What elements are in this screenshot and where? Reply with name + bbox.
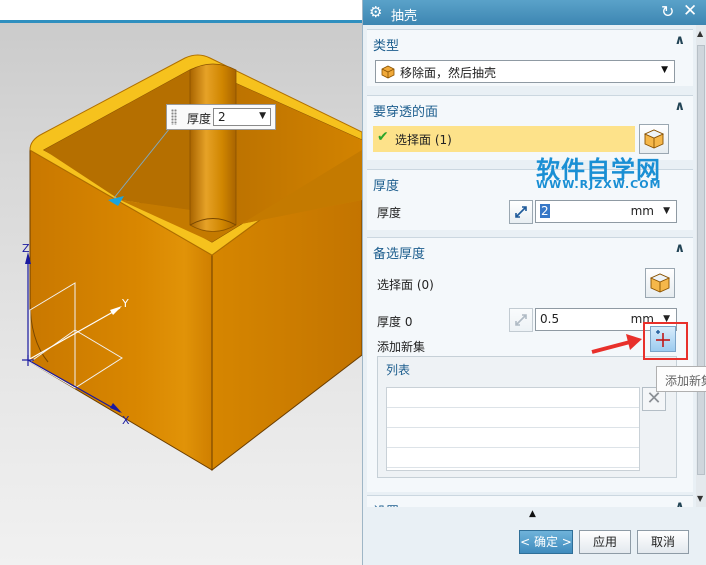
list-item[interactable] xyxy=(387,408,639,428)
alt-reverse-direction-button[interactable] xyxy=(509,308,533,332)
scrollbar-thumb[interactable] xyxy=(697,45,705,475)
axis-z-label: Z xyxy=(22,242,30,255)
section-alt-thickness: 备选厚度 ∧ 选择面 (0) 厚度 0 0.5 mm ▼ 添加新集 列表 ✕ xyxy=(367,237,693,492)
pierce-face-selection-row[interactable]: ✔ 选择面 (1) xyxy=(373,126,635,152)
alt-thickness-label: 厚度 0 xyxy=(377,315,413,329)
alt-select-face-button[interactable] xyxy=(645,268,675,298)
dialog-footer: < 确定 > 应用 取消 xyxy=(363,520,706,565)
add-set-tooltip: 添加新集 xyxy=(656,366,706,392)
face-cube-icon xyxy=(649,273,671,293)
section-type-title: 类型 xyxy=(373,39,400,54)
drag-grip-icon[interactable] xyxy=(171,109,177,125)
dialog-panel: 类型 ∧ 移除面，然后抽壳 ▼ 要穿透的面 ∧ ✔ 选择面 (1) 厚度 厚度 … xyxy=(363,25,696,507)
section-thickness-title: 厚度 xyxy=(373,179,400,194)
section-settings-title: 设置 xyxy=(373,501,399,507)
list-grid[interactable] xyxy=(386,387,640,471)
axis-x-label: X xyxy=(122,414,130,427)
chevron-up-icon[interactable]: ∧ xyxy=(674,99,685,114)
face-cube-icon xyxy=(643,129,665,149)
panel-scrollbar[interactable]: ▲ ▼ xyxy=(696,25,706,507)
inline-thickness-label: 厚度 xyxy=(187,112,212,126)
pointer-arrow-icon xyxy=(591,334,642,354)
reverse-direction-icon xyxy=(515,206,527,218)
type-select-value: 移除面，然后抽壳 xyxy=(400,66,497,80)
shell-dialog: ⚙ 抽壳 ↻ ✕ 类型 ∧ 移除面，然后抽壳 ▼ 要穿透的面 ∧ ✔ 选择面 (… xyxy=(362,0,706,565)
inline-thickness-value: 2 xyxy=(218,110,226,124)
section-pierce-title: 要穿透的面 xyxy=(373,105,439,120)
section-type: 类型 ∧ 移除面，然后抽壳 ▼ xyxy=(367,29,693,86)
section-settings-header[interactable]: 设置 ∧ xyxy=(367,496,693,507)
section-alt-header[interactable]: 备选厚度 ∧ xyxy=(367,238,693,262)
list-item[interactable] xyxy=(387,428,639,448)
collapse-arrow-icon[interactable]: ▲ xyxy=(529,509,536,519)
list-title: 列表 xyxy=(386,363,411,377)
add-set-label: 添加新集 xyxy=(377,340,426,354)
remove-face-icon xyxy=(381,65,395,79)
list-item[interactable] xyxy=(387,448,639,468)
thickness-input[interactable]: 2 mm ▼ xyxy=(535,200,677,223)
shell-model-scene[interactable]: Z Y X xyxy=(0,0,362,565)
scroll-down-icon[interactable]: ▼ xyxy=(697,494,703,503)
cancel-button[interactable]: 取消 xyxy=(637,530,689,554)
chevron-up-icon[interactable]: ∧ xyxy=(674,33,685,48)
inline-thickness-box[interactable]: 厚度 2 ▼ xyxy=(166,104,276,130)
apply-button[interactable]: 应用 xyxy=(579,530,631,554)
scroll-up-icon[interactable]: ▲ xyxy=(697,29,703,38)
section-alt-title: 备选厚度 xyxy=(373,247,426,262)
inline-thickness-select[interactable]: 2 ▼ xyxy=(213,108,271,126)
check-icon: ✔ xyxy=(377,129,389,145)
reverse-direction-button[interactable] xyxy=(509,200,533,224)
close-icon[interactable]: ✕ xyxy=(683,1,697,21)
section-settings: 设置 ∧ xyxy=(367,495,693,507)
thickness-unit: mm xyxy=(630,204,654,218)
section-type-header[interactable]: 类型 ∧ xyxy=(367,30,693,54)
ok-button[interactable]: < 确定 > xyxy=(519,530,573,554)
inner-corner-fillet xyxy=(189,63,237,232)
axis-y-label: Y xyxy=(121,297,129,310)
graphics-viewport[interactable]: Z Y X 厚度 2 ▼ xyxy=(0,0,362,565)
pierce-select-label: 选择面 (1) xyxy=(395,133,452,147)
watermark-url: WWW.RJZXW.COM xyxy=(536,178,662,191)
list-item[interactable] xyxy=(387,388,639,408)
alt-select-label: 选择面 (0) xyxy=(377,278,434,292)
reverse-direction-icon xyxy=(515,314,527,326)
chevron-down-icon: ▼ xyxy=(661,65,668,75)
chevron-up-icon[interactable]: ∧ xyxy=(674,499,685,507)
dialog-titlebar[interactable]: ⚙ 抽壳 ↻ ✕ xyxy=(363,0,706,25)
alt-thickness-list: 列表 ✕ xyxy=(377,356,677,478)
type-select[interactable]: 移除面，然后抽壳 ▼ xyxy=(375,60,675,83)
chevron-down-icon[interactable]: ▼ xyxy=(663,206,670,216)
reset-icon[interactable]: ↻ xyxy=(661,2,674,21)
chevron-down-icon: ▼ xyxy=(259,111,266,121)
gear-icon[interactable]: ⚙ xyxy=(369,3,382,21)
thickness-label: 厚度 xyxy=(377,206,402,220)
alt-thickness-value: 0.5 xyxy=(540,312,560,326)
dialog-title: 抽壳 xyxy=(391,9,418,24)
section-pierce-header[interactable]: 要穿透的面 ∧ xyxy=(367,96,693,120)
chevron-up-icon[interactable]: ∧ xyxy=(674,241,685,256)
thickness-value: 2 xyxy=(540,204,550,218)
